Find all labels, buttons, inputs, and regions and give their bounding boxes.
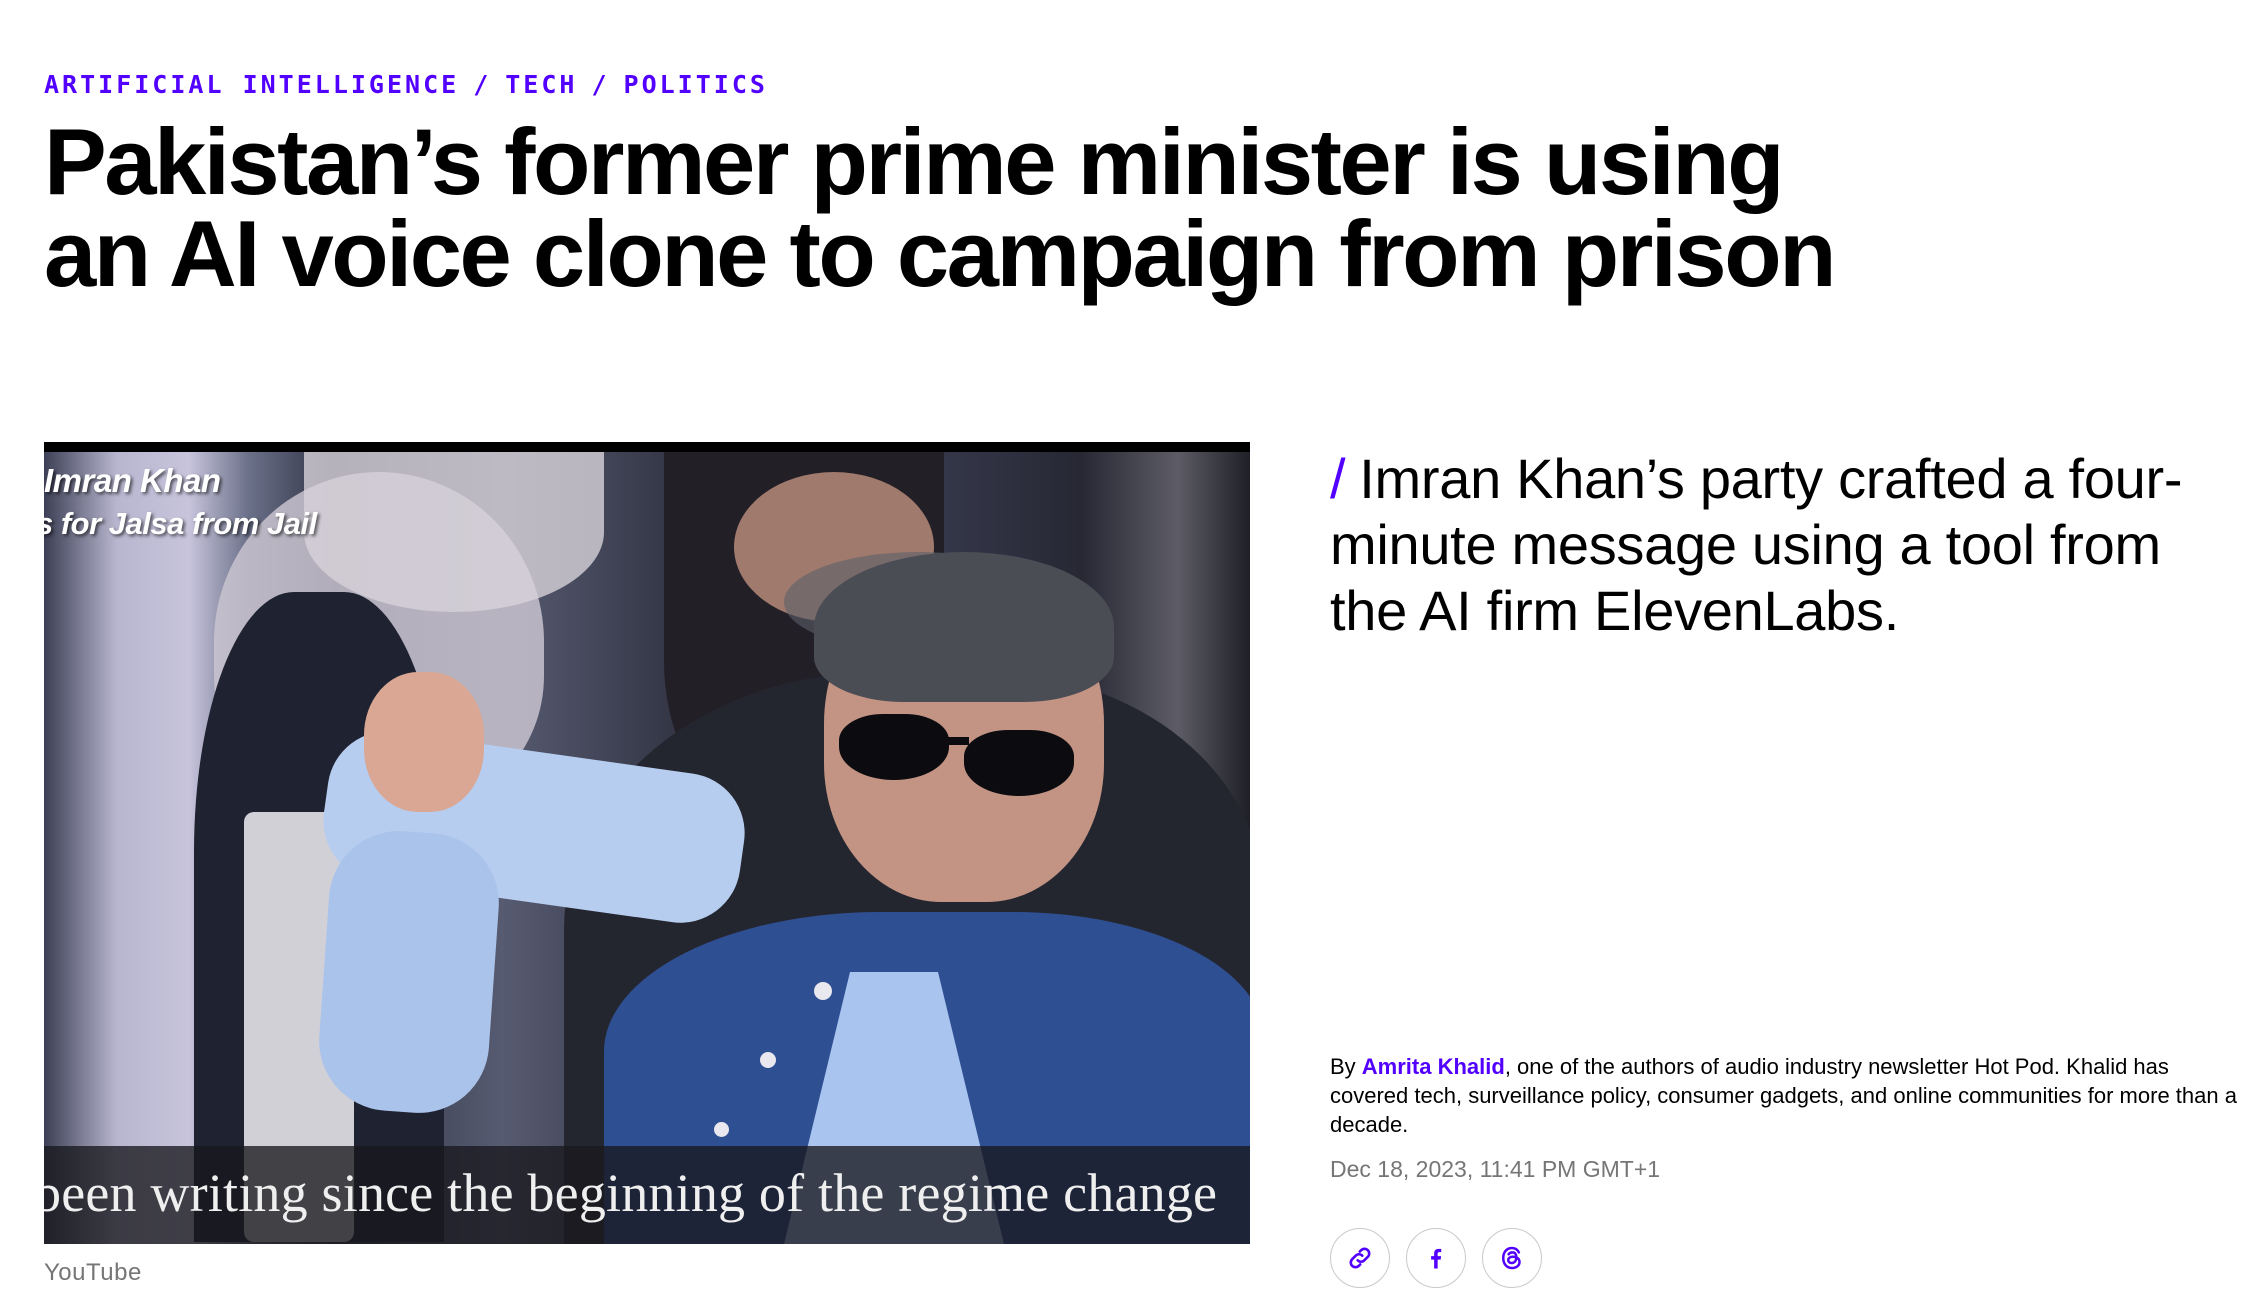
threads-share-button[interactable] xyxy=(1482,1228,1542,1288)
dek-slash: / xyxy=(1330,447,1346,510)
breadcrumb-separator: / xyxy=(473,70,492,99)
video-overlay-title: Imran Khan xyxy=(44,462,221,499)
video-overlay-subtitle: s for Jalsa from Jail xyxy=(44,506,317,541)
publish-timestamp: Dec 18, 2023, 11:41 PM GMT+1 xyxy=(1330,1156,1661,1182)
link-icon xyxy=(1346,1244,1374,1272)
article-header: ARTIFICIAL INTELLIGENCE / TECH / POLITICS Pa… xyxy=(0,0,2262,1304)
facebook-share-button[interactable] xyxy=(1406,1228,1466,1288)
breadcrumb-separator: / xyxy=(591,70,610,99)
copy-link-button[interactable] xyxy=(1330,1228,1390,1288)
category-link-tech[interactable]: TECH xyxy=(505,70,577,99)
hero-image: Imran Khan s for Jalsa from Jail been wr… xyxy=(44,452,1250,1244)
breadcrumb: ARTIFICIAL INTELLIGENCE / TECH / POLITICS xyxy=(44,70,768,99)
article-headline: Pakistan’s former prime minister is usin… xyxy=(44,109,1837,306)
byline-prefix: By xyxy=(1330,1054,1362,1079)
category-link-politics[interactable]: POLITICS xyxy=(624,70,768,99)
author-link[interactable]: Amrita Khalid xyxy=(1362,1054,1505,1079)
category-link-artificial-intelligence[interactable]: ARTIFICIAL INTELLIGENCE xyxy=(44,70,459,99)
byline: By Amrita Khalid, one of the authors of … xyxy=(1330,1052,2240,1139)
article-dek: / Imran Khan’s party crafted a four-minut… xyxy=(1330,446,2250,644)
facebook-icon xyxy=(1422,1244,1450,1272)
hero-video-thumbnail[interactable]: Imran Khan s for Jalsa from Jail been wr… xyxy=(44,442,1250,1244)
dek-text: Imran Khan’s party crafted a four-minute… xyxy=(1330,447,2183,642)
video-caption-text: been writing since the beginning of the … xyxy=(44,1163,1218,1223)
threads-icon xyxy=(1497,1243,1527,1273)
image-credit: YouTube xyxy=(44,1259,142,1286)
video-caption-band: been writing since the beginning of the … xyxy=(44,1146,1250,1244)
